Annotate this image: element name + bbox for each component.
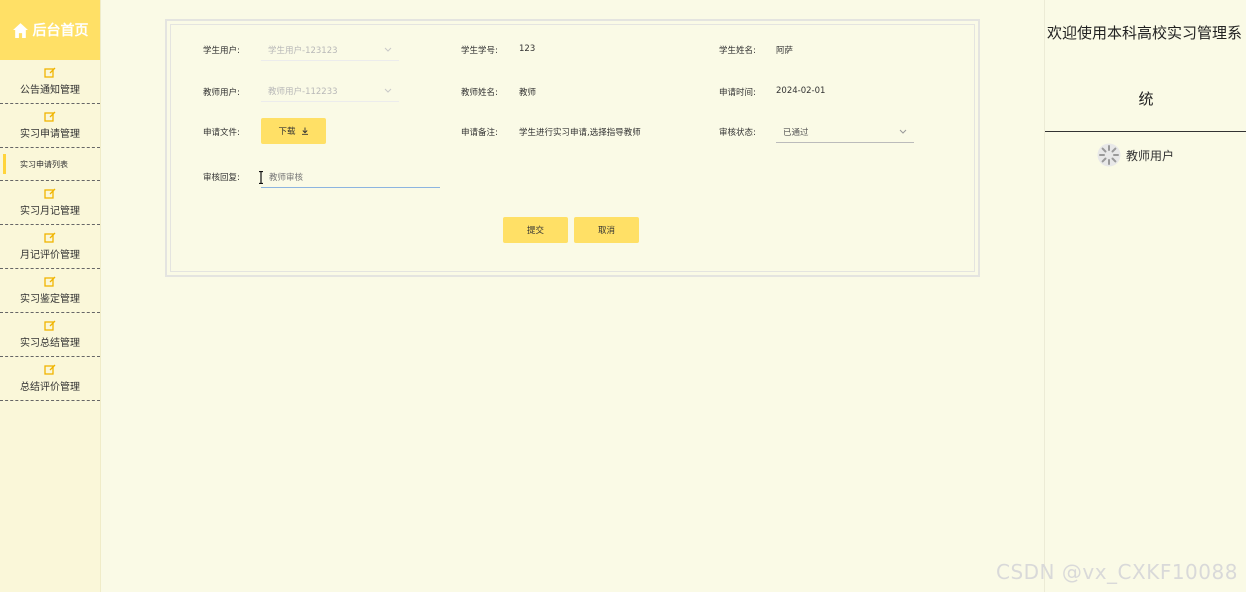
- apply-time-label: 申请时间:: [719, 88, 756, 98]
- sidebar-item-monthly[interactable]: 实习月记管理: [0, 181, 100, 225]
- home-icon: [12, 22, 28, 38]
- student-user-label: 学生用户:: [203, 46, 240, 56]
- edit-icon: [44, 188, 56, 199]
- sidebar: 后台首页 公告通知管理 实习申请管理 实习申请列表 实习月记管理 月记评价管理 …: [0, 0, 101, 592]
- sidebar-item-label: 实习总结管理: [20, 338, 80, 349]
- sidebar-item-apply[interactable]: 实习申请管理: [0, 104, 100, 148]
- teacher-name-label: 教师姓名:: [461, 88, 498, 98]
- apply-time-value: 2024-02-01: [776, 86, 826, 96]
- remark-value: 学生进行实习申请,选择指导教师: [519, 128, 641, 138]
- download-button[interactable]: 下载: [261, 118, 326, 144]
- chevron-down-icon: [384, 47, 392, 52]
- edit-icon: [44, 67, 56, 78]
- apply-file-label: 申请文件:: [203, 128, 240, 138]
- text-cursor-icon: [259, 171, 263, 184]
- chevron-down-icon: [384, 88, 392, 93]
- sidebar-subitem-apply-list[interactable]: 实习申请列表: [0, 148, 100, 181]
- user-menu[interactable]: 教师用户: [1097, 143, 1174, 167]
- home-label: 后台首页: [32, 23, 89, 39]
- student-no-label: 学生学号:: [461, 46, 498, 56]
- student-name-label: 学生姓名:: [719, 46, 756, 56]
- cancel-button[interactable]: 取消: [574, 217, 639, 243]
- remark-label: 申请备注:: [461, 128, 498, 138]
- edit-icon: [44, 276, 56, 287]
- reply-value: 教师审核: [269, 172, 304, 183]
- sidebar-item-monthly-review[interactable]: 月记评价管理: [0, 225, 100, 269]
- edit-icon: [44, 111, 56, 122]
- student-name-value: 阿萨: [776, 46, 794, 56]
- status-label: 审核状态:: [719, 128, 756, 138]
- sidebar-item-label: 实习鉴定管理: [20, 294, 80, 305]
- edit-icon: [44, 320, 56, 331]
- sidebar-item-summary[interactable]: 实习总结管理: [0, 313, 100, 357]
- avatar-icon: [1097, 143, 1121, 167]
- sidebar-item-label: 公告通知管理: [20, 85, 80, 96]
- student-user-value: 学生用户-123123: [268, 45, 338, 56]
- form-inner-border: [170, 24, 975, 272]
- edit-icon: [44, 364, 56, 375]
- system-title-continued: 统: [1138, 90, 1154, 108]
- user-name: 教师用户: [1126, 148, 1175, 163]
- header-panel: 欢迎使用本科高校实习管理系 统 教师用户: [1044, 0, 1246, 592]
- status-select[interactable]: 已通过: [776, 121, 914, 143]
- teacher-user-value: 教师用户-112233: [268, 86, 338, 97]
- sidebar-item-label: 实习月记管理: [20, 206, 80, 217]
- teacher-user-label: 教师用户:: [203, 88, 240, 98]
- system-title: 欢迎使用本科高校实习管理系: [1047, 24, 1243, 42]
- sidebar-item-label: 实习申请管理: [20, 129, 80, 140]
- watermark: CSDN @vx_CXKF10088: [996, 560, 1238, 584]
- status-value: 已通过: [783, 127, 809, 138]
- sidebar-item-label: 月记评价管理: [20, 250, 80, 261]
- reply-input[interactable]: 教师审核: [261, 166, 440, 188]
- sidebar-subitem-label: 实习申请列表: [20, 159, 68, 169]
- home-link[interactable]: 后台首页: [0, 0, 100, 60]
- header-divider: [1045, 131, 1246, 132]
- student-no-value: 123: [519, 44, 536, 54]
- teacher-name-value: 教师: [519, 88, 537, 98]
- chevron-down-icon: [899, 129, 907, 134]
- sidebar-item-label: 总结评价管理: [20, 382, 80, 393]
- download-label: 下载: [278, 127, 296, 137]
- sidebar-item-notice[interactable]: 公告通知管理: [0, 60, 100, 104]
- sidebar-item-summary-review[interactable]: 总结评价管理: [0, 357, 100, 401]
- download-icon: [301, 127, 308, 135]
- reply-label: 审核回复:: [203, 173, 240, 183]
- sidebar-item-appraisal[interactable]: 实习鉴定管理: [0, 269, 100, 313]
- submit-button[interactable]: 提交: [503, 217, 568, 243]
- teacher-user-select[interactable]: 教师用户-112233: [261, 80, 399, 102]
- student-user-select[interactable]: 学生用户-123123: [261, 39, 399, 61]
- edit-icon: [44, 232, 56, 243]
